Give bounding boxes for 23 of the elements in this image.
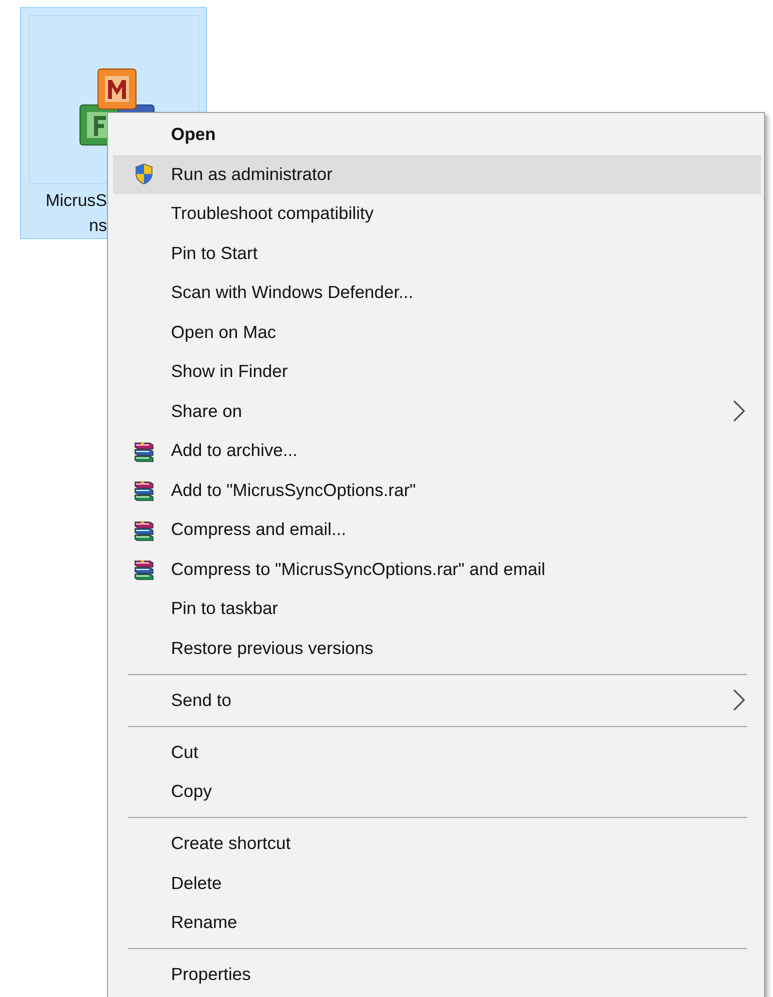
menu-item-label: Cut <box>171 742 198 763</box>
menu-item-label: Add to "MicrusSyncOptions.rar" <box>171 480 416 501</box>
menu-item-label: Open on Mac <box>171 322 276 343</box>
menu-item-label: Delete <box>171 872 222 894</box>
menu-item-label: Send to <box>171 690 232 711</box>
menu-item-label: Compress and email... <box>171 519 346 540</box>
menu-item-label: Share on <box>171 400 242 422</box>
menu-item-label: Compress to "MicrusSyncOptions.rar" and email <box>171 558 546 580</box>
menu-item-label: Add to archive... <box>171 440 298 462</box>
menu-item-label: Pin to taskbar <box>171 598 278 620</box>
menu-item-label: Create shortcut <box>171 833 291 854</box>
menu-item-label: Rename <box>171 912 238 934</box>
menu-item-label: Pin to Start <box>171 242 258 264</box>
menu-item-label: Troubleshoot compatibility <box>171 203 374 224</box>
menu-item-label: Restore previous versions <box>171 638 374 659</box>
menu-item-label: Show in Finder <box>171 361 288 382</box>
menu-item-label: Scan with Windows Defender... <box>171 282 414 304</box>
menu-item-label: Open <box>171 124 216 146</box>
file-name-label: ns <box>89 215 107 237</box>
menu-item-label: Run as administrator <box>171 164 332 185</box>
menu-item-label: Copy <box>171 781 212 802</box>
menu-item-label: Properties <box>171 964 251 986</box>
file-name-label: MicrusS <box>46 190 107 212</box>
